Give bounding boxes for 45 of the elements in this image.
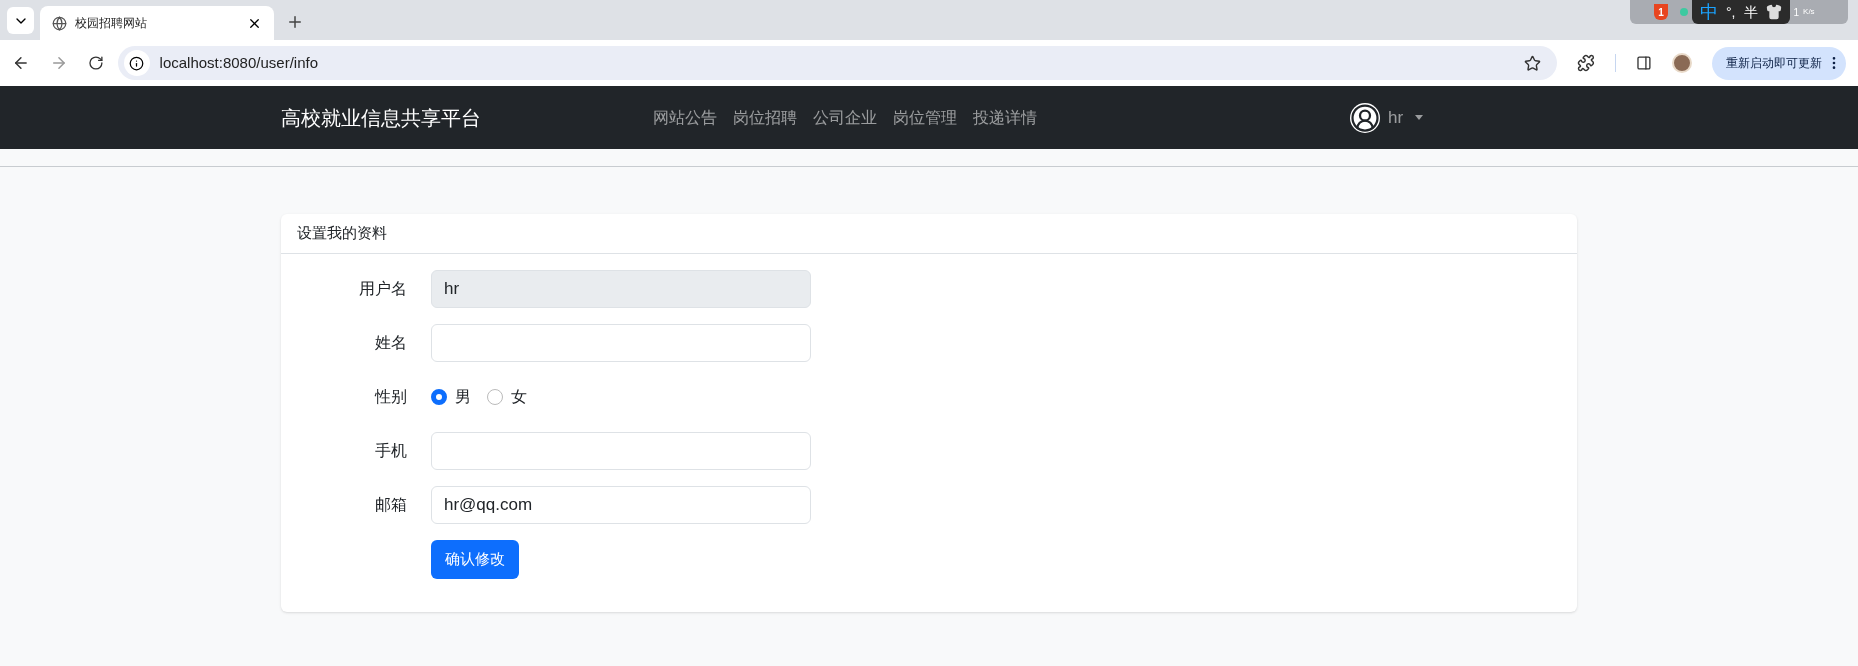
nav-link[interactable]: 岗位管理: [893, 105, 957, 130]
shield-badge: 1: [1654, 4, 1668, 20]
nav-link[interactable]: 网站公告: [653, 105, 717, 130]
user-menu[interactable]: hr: [1350, 102, 1424, 133]
input-field[interactable]: [431, 324, 811, 362]
site-info-icon[interactable]: [123, 50, 150, 76]
url-text: localhost:8080/user/info: [159, 52, 319, 73]
radio-button[interactable]: [431, 389, 447, 405]
shirt-icon[interactable]: [1765, 4, 1782, 20]
nav-link[interactable]: 投递详情: [973, 105, 1037, 130]
speed-value: 1: [1793, 5, 1800, 20]
caret-icon: [1415, 115, 1424, 120]
address-bar[interactable]: localhost:8080/user/info: [117, 46, 1558, 80]
ime-mode[interactable]: 中: [1700, 3, 1718, 21]
speed-unit: K/s: [1803, 6, 1815, 18]
input-field[interactable]: [431, 432, 811, 470]
field-label: 姓名: [374, 333, 407, 353]
tab-title: 校园招聘网站: [75, 15, 148, 32]
field-label: 性别: [373, 387, 407, 407]
reload-icon[interactable]: [87, 55, 104, 71]
profile-avatar-icon[interactable]: [1672, 53, 1692, 73]
user-avatar-icon: [1350, 102, 1380, 133]
brand-title[interactable]: 高校就业信息共享平台: [281, 102, 653, 133]
field-label: 邮箱: [374, 495, 407, 515]
card-title: 设置我的资料: [297, 223, 387, 244]
side-panel-icon[interactable]: [1636, 55, 1653, 71]
tab-list-button[interactable]: [7, 7, 34, 34]
ime-width[interactable]: 半: [1743, 1, 1758, 23]
new-tab-icon[interactable]: [286, 13, 304, 31]
ime-punctuation[interactable]: °,: [1726, 1, 1736, 23]
browser-tab[interactable]: 校园招聘网站: [40, 6, 274, 40]
globe-icon: [52, 15, 67, 31]
nav-link[interactable]: 岗位招聘: [733, 105, 797, 130]
input-field[interactable]: hr@qq.com: [431, 486, 811, 524]
radio-label: 男: [455, 387, 471, 407]
submit-button[interactable]: 确认修改: [431, 540, 519, 579]
extensions-icon[interactable]: [1577, 54, 1596, 72]
star-icon[interactable]: [1524, 54, 1542, 72]
field-label: 用户名: [358, 279, 407, 299]
nav-link[interactable]: 公司企业: [813, 105, 877, 130]
radio-label: 女: [511, 387, 527, 407]
radio-button[interactable]: [487, 389, 503, 405]
field-label: 手机: [374, 441, 407, 461]
update-button[interactable]: 重新启动即可更新: [1711, 46, 1846, 80]
back-icon[interactable]: [12, 54, 30, 72]
